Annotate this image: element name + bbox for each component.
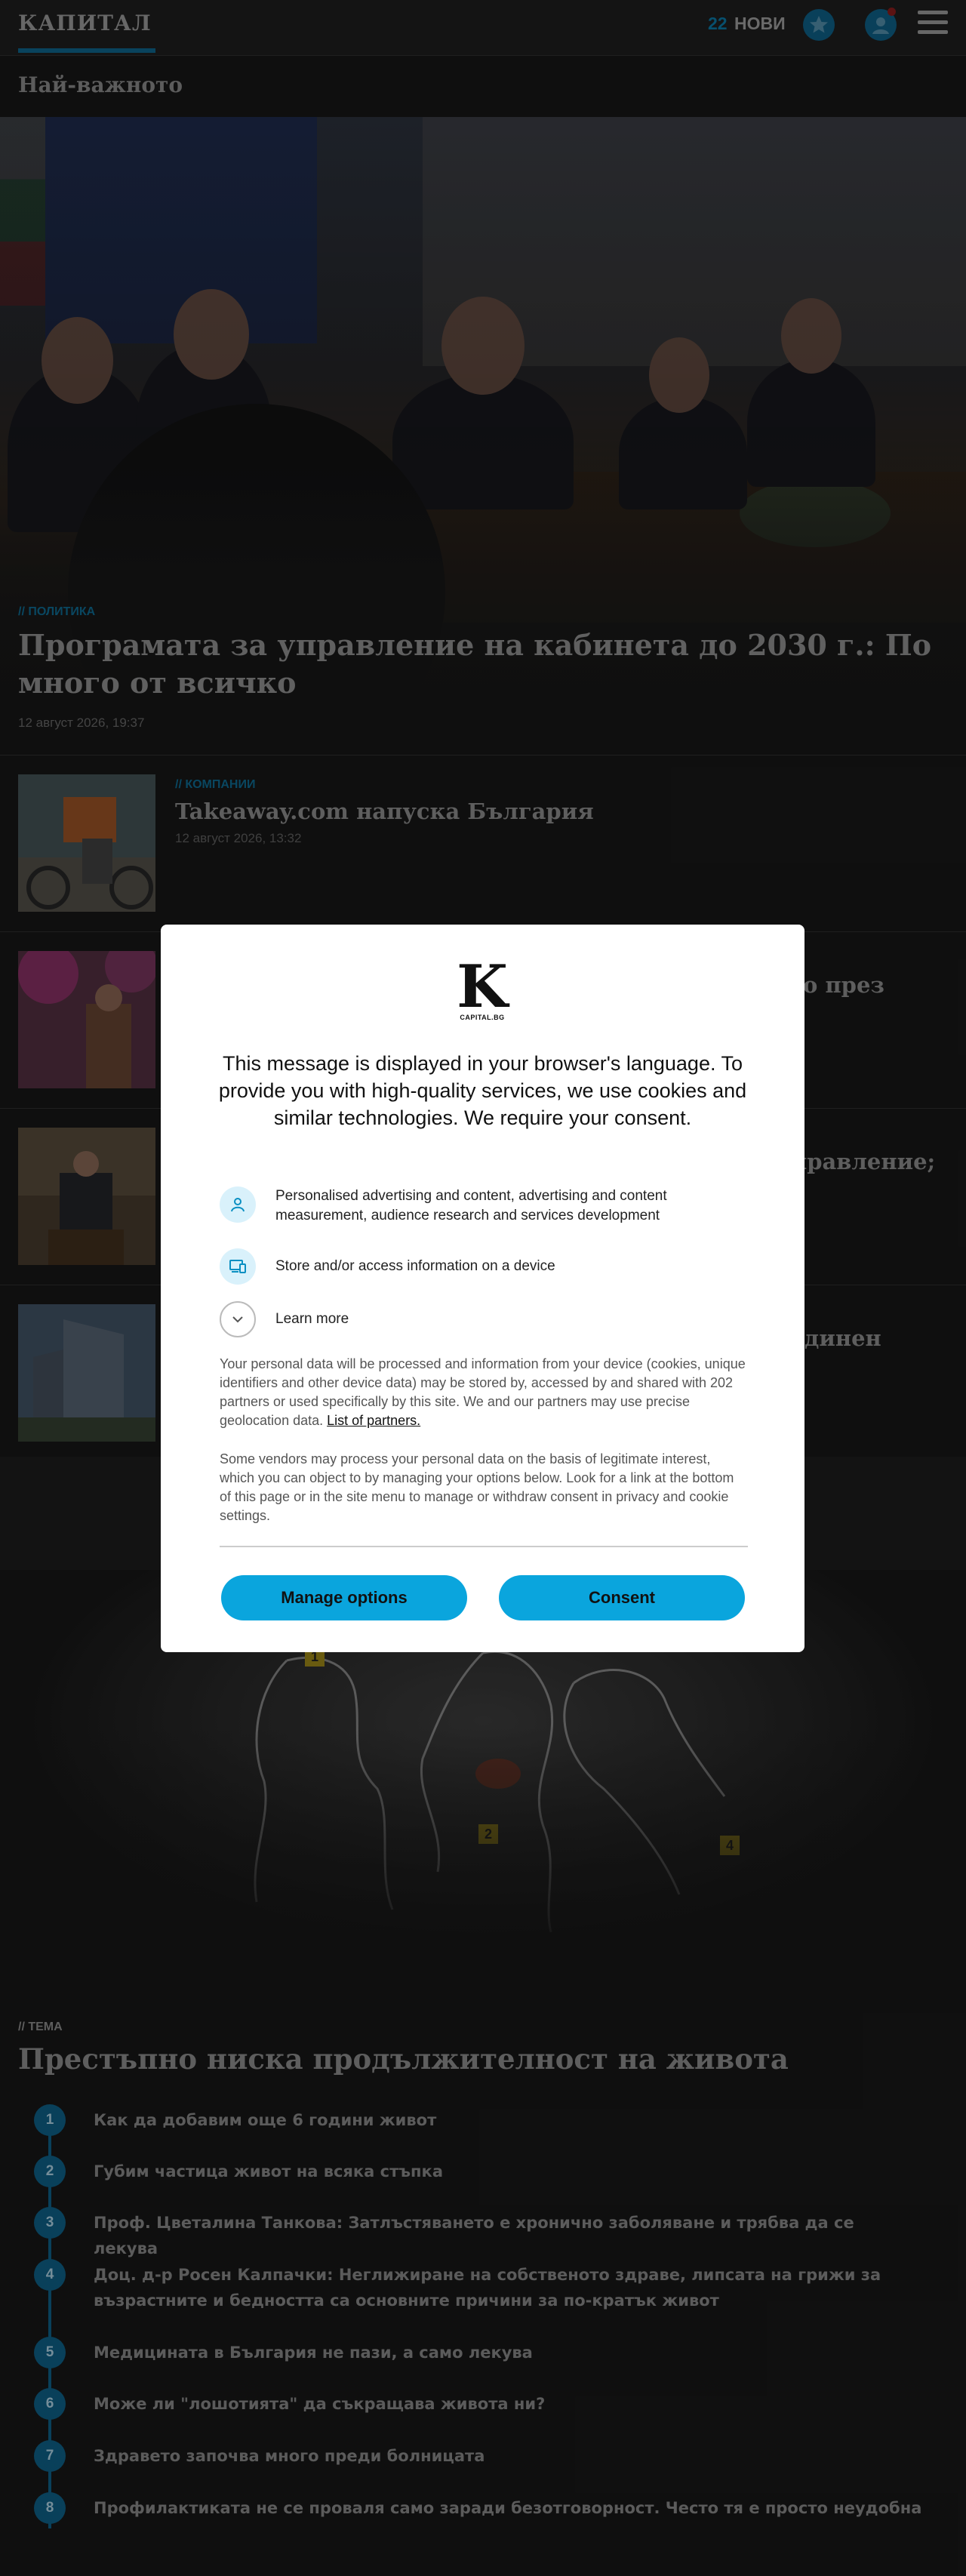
consent-dialog: K CAPITAL.BG This message is displayed i… xyxy=(161,925,804,1652)
person-icon xyxy=(220,1186,256,1223)
devices-icon xyxy=(220,1248,256,1285)
chevron-down-icon[interactable] xyxy=(220,1301,256,1337)
consent-title: This message is displayed in your browse… xyxy=(218,1052,747,1129)
consent-button[interactable]: Consent xyxy=(499,1575,745,1620)
capital-logo: K CAPITAL.BG xyxy=(457,953,508,1022)
manage-options-button[interactable]: Manage options xyxy=(221,1575,467,1620)
divider xyxy=(220,1546,748,1547)
partners-link[interactable]: List of partners. xyxy=(327,1413,420,1428)
purpose-text: Personalised advertising and content, ad… xyxy=(275,1188,667,1223)
learn-more-label[interactable]: Learn more xyxy=(275,1310,751,1329)
consent-paragraph-2: Some vendors may process your personal d… xyxy=(220,1451,734,1523)
purpose-text: Store and/or access information on a dev… xyxy=(275,1258,555,1274)
consent-paragraph-1: Your personal data will be processed and… xyxy=(220,1356,746,1428)
